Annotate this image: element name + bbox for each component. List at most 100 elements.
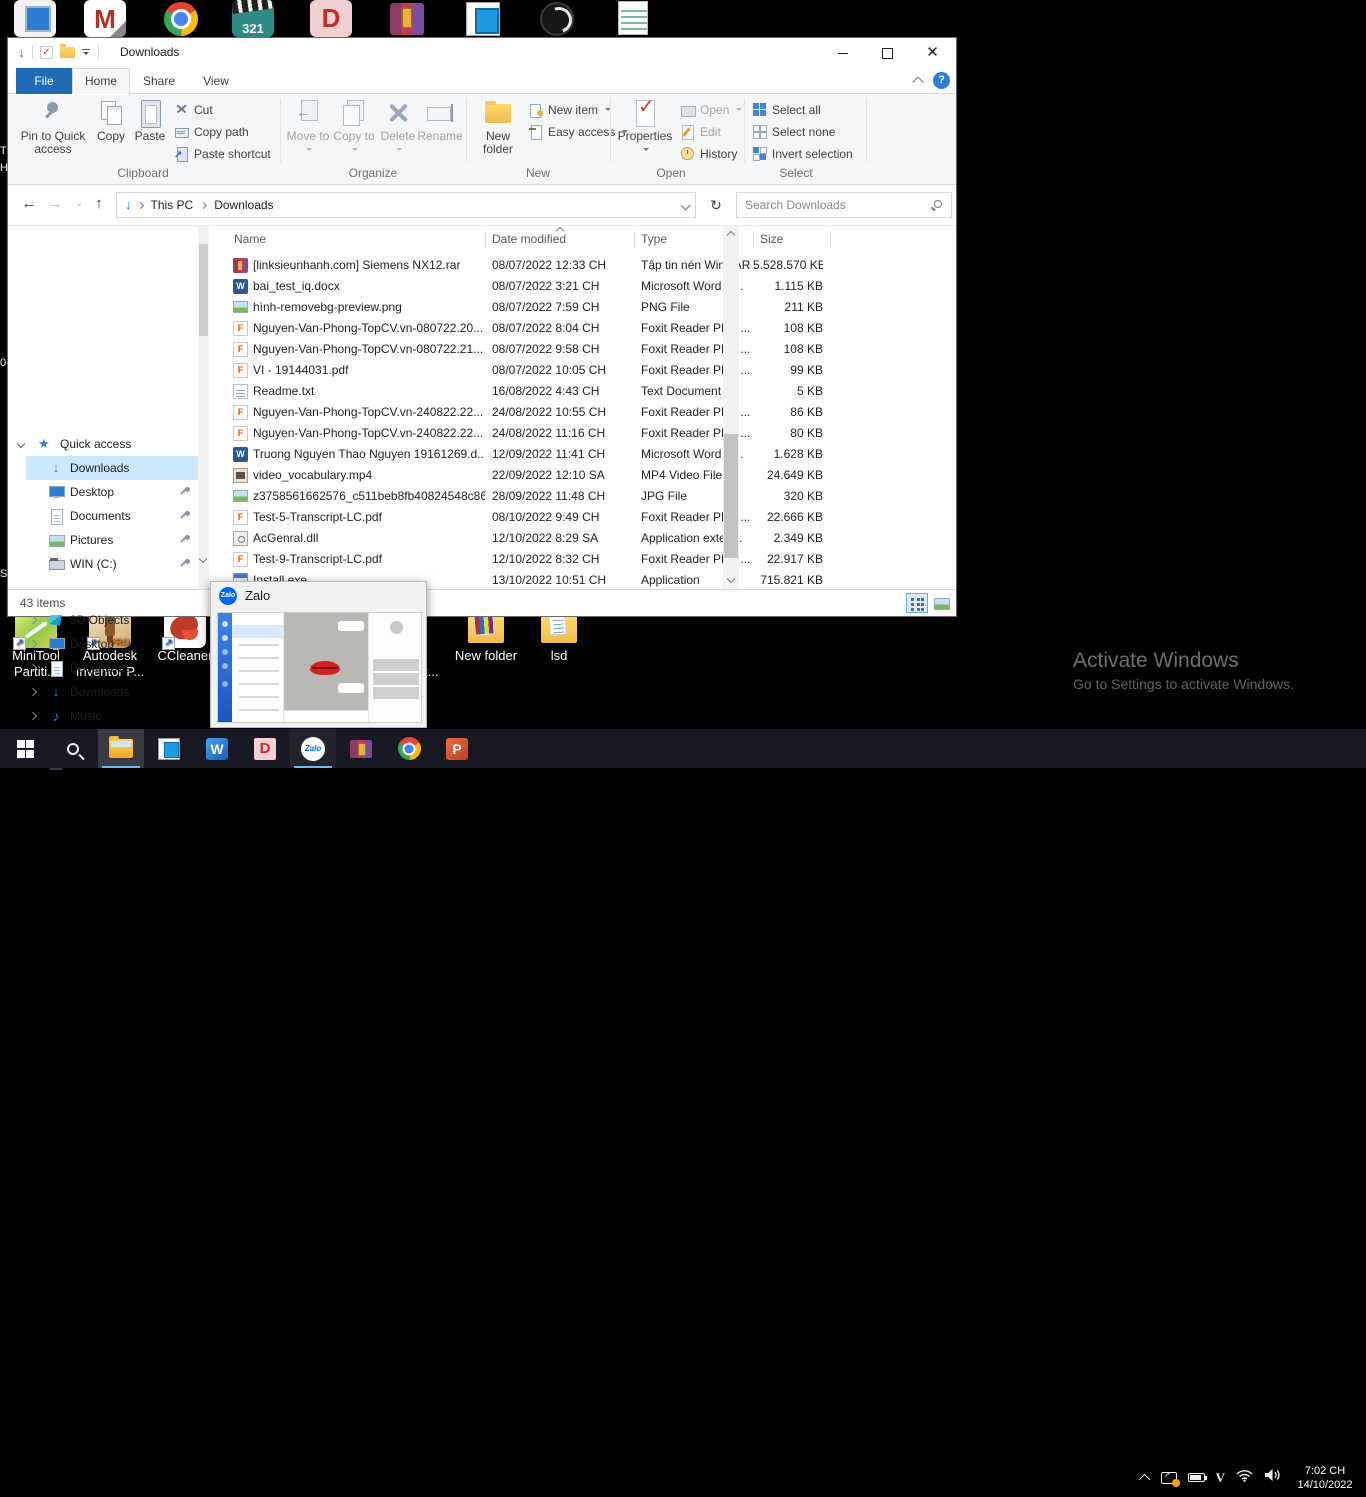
vmware-tray-icon[interactable]: V (1216, 1470, 1225, 1486)
history-button[interactable]: History (680, 143, 737, 164)
chevron-right-icon[interactable] (29, 712, 37, 720)
select-all-button[interactable]: Select all (752, 99, 821, 120)
collapse-ribbon-icon[interactable] (912, 76, 923, 87)
display-notification-icon[interactable] (1161, 1472, 1177, 1484)
minimize-button[interactable] (820, 38, 865, 68)
easy-access-button[interactable]: Easy access (528, 121, 628, 142)
paste-button[interactable]: Paste (130, 98, 170, 143)
title-bar[interactable]: ↓ ✓ Downloads ✕ (8, 38, 956, 68)
powerpoint-taskbar-button[interactable]: P (434, 729, 480, 768)
invert-selection-button[interactable]: Invert selection (752, 143, 853, 164)
table-row[interactable]: FTest-5-Transcript-LC.pdf08/10/2022 9:49… (225, 507, 837, 528)
battery-icon[interactable] (1188, 1473, 1205, 1482)
copy-path-button[interactable]: Copy path (174, 121, 249, 142)
wifi-icon[interactable] (1236, 1469, 1253, 1487)
close-button[interactable]: ✕ (910, 38, 955, 68)
sidebar-item-quick-access[interactable]: ★Quick access (8, 432, 204, 456)
d-desktop-icon[interactable]: D (310, 0, 352, 37)
file-list-scrollbar[interactable] (723, 226, 739, 590)
word-taskbar-button[interactable]: W (194, 729, 240, 768)
customize-qat-icon[interactable] (82, 48, 91, 57)
sidebar-item-downloads[interactable]: ↓Downloads (26, 456, 204, 480)
zalo-window-thumbnail[interactable] (217, 612, 422, 723)
tab-view[interactable]: View (188, 68, 244, 94)
davinci-taskbar-button[interactable]: D (242, 729, 288, 768)
explorer-taskbar-button[interactable] (98, 729, 144, 768)
column-header-size[interactable]: Size (760, 226, 783, 252)
select-none-button[interactable]: Select none (752, 121, 835, 142)
chevron-right-icon[interactable] (29, 664, 37, 672)
tab-home[interactable]: Home (72, 68, 130, 94)
table-row[interactable]: [linksieunhanh.com] Siemens NX12.rar08/0… (225, 255, 837, 276)
folder-doc-desktop-icon[interactable]: lsd (519, 610, 599, 664)
table-row[interactable]: video_vocabulary.mp422/09/2022 12:10 SAM… (225, 465, 837, 486)
volume-icon[interactable] (1264, 1468, 1281, 1487)
sheet-desktop-icon[interactable] (612, 0, 654, 37)
search-icon[interactable] (934, 200, 942, 208)
new-folder-qat-icon[interactable] (60, 47, 75, 58)
pin-to-quick-access-button[interactable]: Pin to Quick access (16, 98, 90, 156)
sidebar-item-pictures[interactable]: Pictures (8, 528, 204, 552)
obs-desktop-icon[interactable] (536, 0, 578, 37)
search-taskbar-button[interactable] (50, 729, 96, 768)
properties-button[interactable]: Properties (616, 98, 674, 156)
pc-desktop-icon[interactable] (14, 0, 56, 37)
sidebar-item-documents[interactable]: Documents (8, 504, 204, 528)
table-row[interactable]: FTest-9-Transcript-LC.pdf12/10/2022 8:32… (225, 549, 837, 570)
large-icons-view-button[interactable] (930, 593, 952, 613)
sidebar-item-desktop[interactable]: Desktop (8, 632, 204, 656)
sidebar-item-desktop[interactable]: Desktop (8, 480, 204, 504)
maximize-button[interactable] (865, 38, 910, 68)
cut-button[interactable]: Cut (174, 99, 213, 120)
winrar-taskbar-button[interactable] (338, 729, 384, 768)
table-row[interactable]: AcGenral.dll12/10/2022 8:29 SAApplicatio… (225, 528, 837, 549)
breadcrumb-downloads[interactable]: Downloads (208, 193, 279, 217)
refresh-icon[interactable]: ↻ (704, 193, 728, 217)
chevron-right-icon[interactable] (29, 640, 37, 648)
search-input[interactable] (745, 195, 915, 215)
scroll-up-icon[interactable] (727, 231, 735, 239)
details-view-button[interactable] (906, 593, 928, 613)
sidebar-scrollbar[interactable] (198, 226, 209, 590)
chevron-down-icon[interactable] (17, 440, 25, 448)
search-box[interactable] (736, 192, 952, 218)
sidebar-item-win-c-[interactable]: WIN (C:) (8, 552, 204, 576)
back-icon[interactable]: ← (18, 193, 40, 215)
table-row[interactable]: z3758561662576_c511beb8fb40824548c86...2… (225, 486, 837, 507)
zalo-taskbar-button[interactable]: Zalo (290, 729, 336, 768)
sidebar-scrollbar-thumb[interactable] (199, 244, 208, 336)
start-taskbar-button[interactable] (2, 729, 48, 768)
folder-full-desktop-icon[interactable]: New folder (446, 610, 526, 664)
new-item-button[interactable]: New item (528, 99, 611, 120)
table-row[interactable]: Readme.txt16/08/2022 4:43 CHText Documen… (225, 381, 837, 402)
sidebar-scroll-down-icon[interactable] (199, 555, 207, 563)
chevron-right-icon[interactable] (29, 688, 37, 696)
column-header-type[interactable]: Type (641, 226, 667, 252)
chevron-right-icon[interactable] (29, 616, 37, 624)
properties-qat-icon[interactable]: ✓ (40, 46, 53, 59)
winrar-desktop-icon[interactable] (386, 0, 428, 37)
chrome-desktop-icon[interactable] (160, 0, 202, 37)
tab-file[interactable]: File (16, 68, 72, 94)
sidebar-item-documents[interactable]: Documents (8, 656, 204, 680)
column-header-name[interactable]: Name (234, 226, 266, 252)
show-hidden-icons-icon[interactable] (1139, 1473, 1150, 1484)
table-row[interactable]: FNguyen-Van-Phong-TopCV.vn-240822.22...2… (225, 402, 837, 423)
taskbar-clock[interactable]: 7:02 CH 14/10/2022 (1292, 1464, 1358, 1492)
table-row[interactable]: Wbai_test_iq.docx08/07/2022 3:21 CHMicro… (225, 276, 837, 297)
mpc-desktop-icon[interactable]: 321 (232, 0, 274, 37)
tab-share[interactable]: Share (130, 68, 188, 94)
frame-desktop-icon[interactable] (462, 0, 504, 37)
scroll-down-icon[interactable] (727, 575, 735, 583)
zalo-taskbar-preview[interactable]: Zalo Zalo (210, 581, 427, 728)
file-list-scrollbar-thumb[interactable] (724, 434, 738, 558)
table-row[interactable]: WTruong Nguyen Thao Nguyen 19161269.d...… (225, 444, 837, 465)
table-row[interactable]: FNguyen-Van-Phong-TopCV.vn-080722.20...0… (225, 318, 837, 339)
breadcrumb-this-pc[interactable]: This PC (145, 193, 200, 217)
new-folder-button[interactable]: New folder (474, 98, 522, 156)
copy-button[interactable]: Copy (92, 98, 130, 143)
recent-locations-icon[interactable]: ⌄ (68, 193, 90, 215)
sidebar-item-downloads[interactable]: ↓Downloads (8, 680, 204, 704)
table-row[interactable]: FVI - 19144031.pdf08/07/2022 10:05 CHFox… (225, 360, 837, 381)
address-dropdown-icon[interactable] (681, 201, 691, 211)
